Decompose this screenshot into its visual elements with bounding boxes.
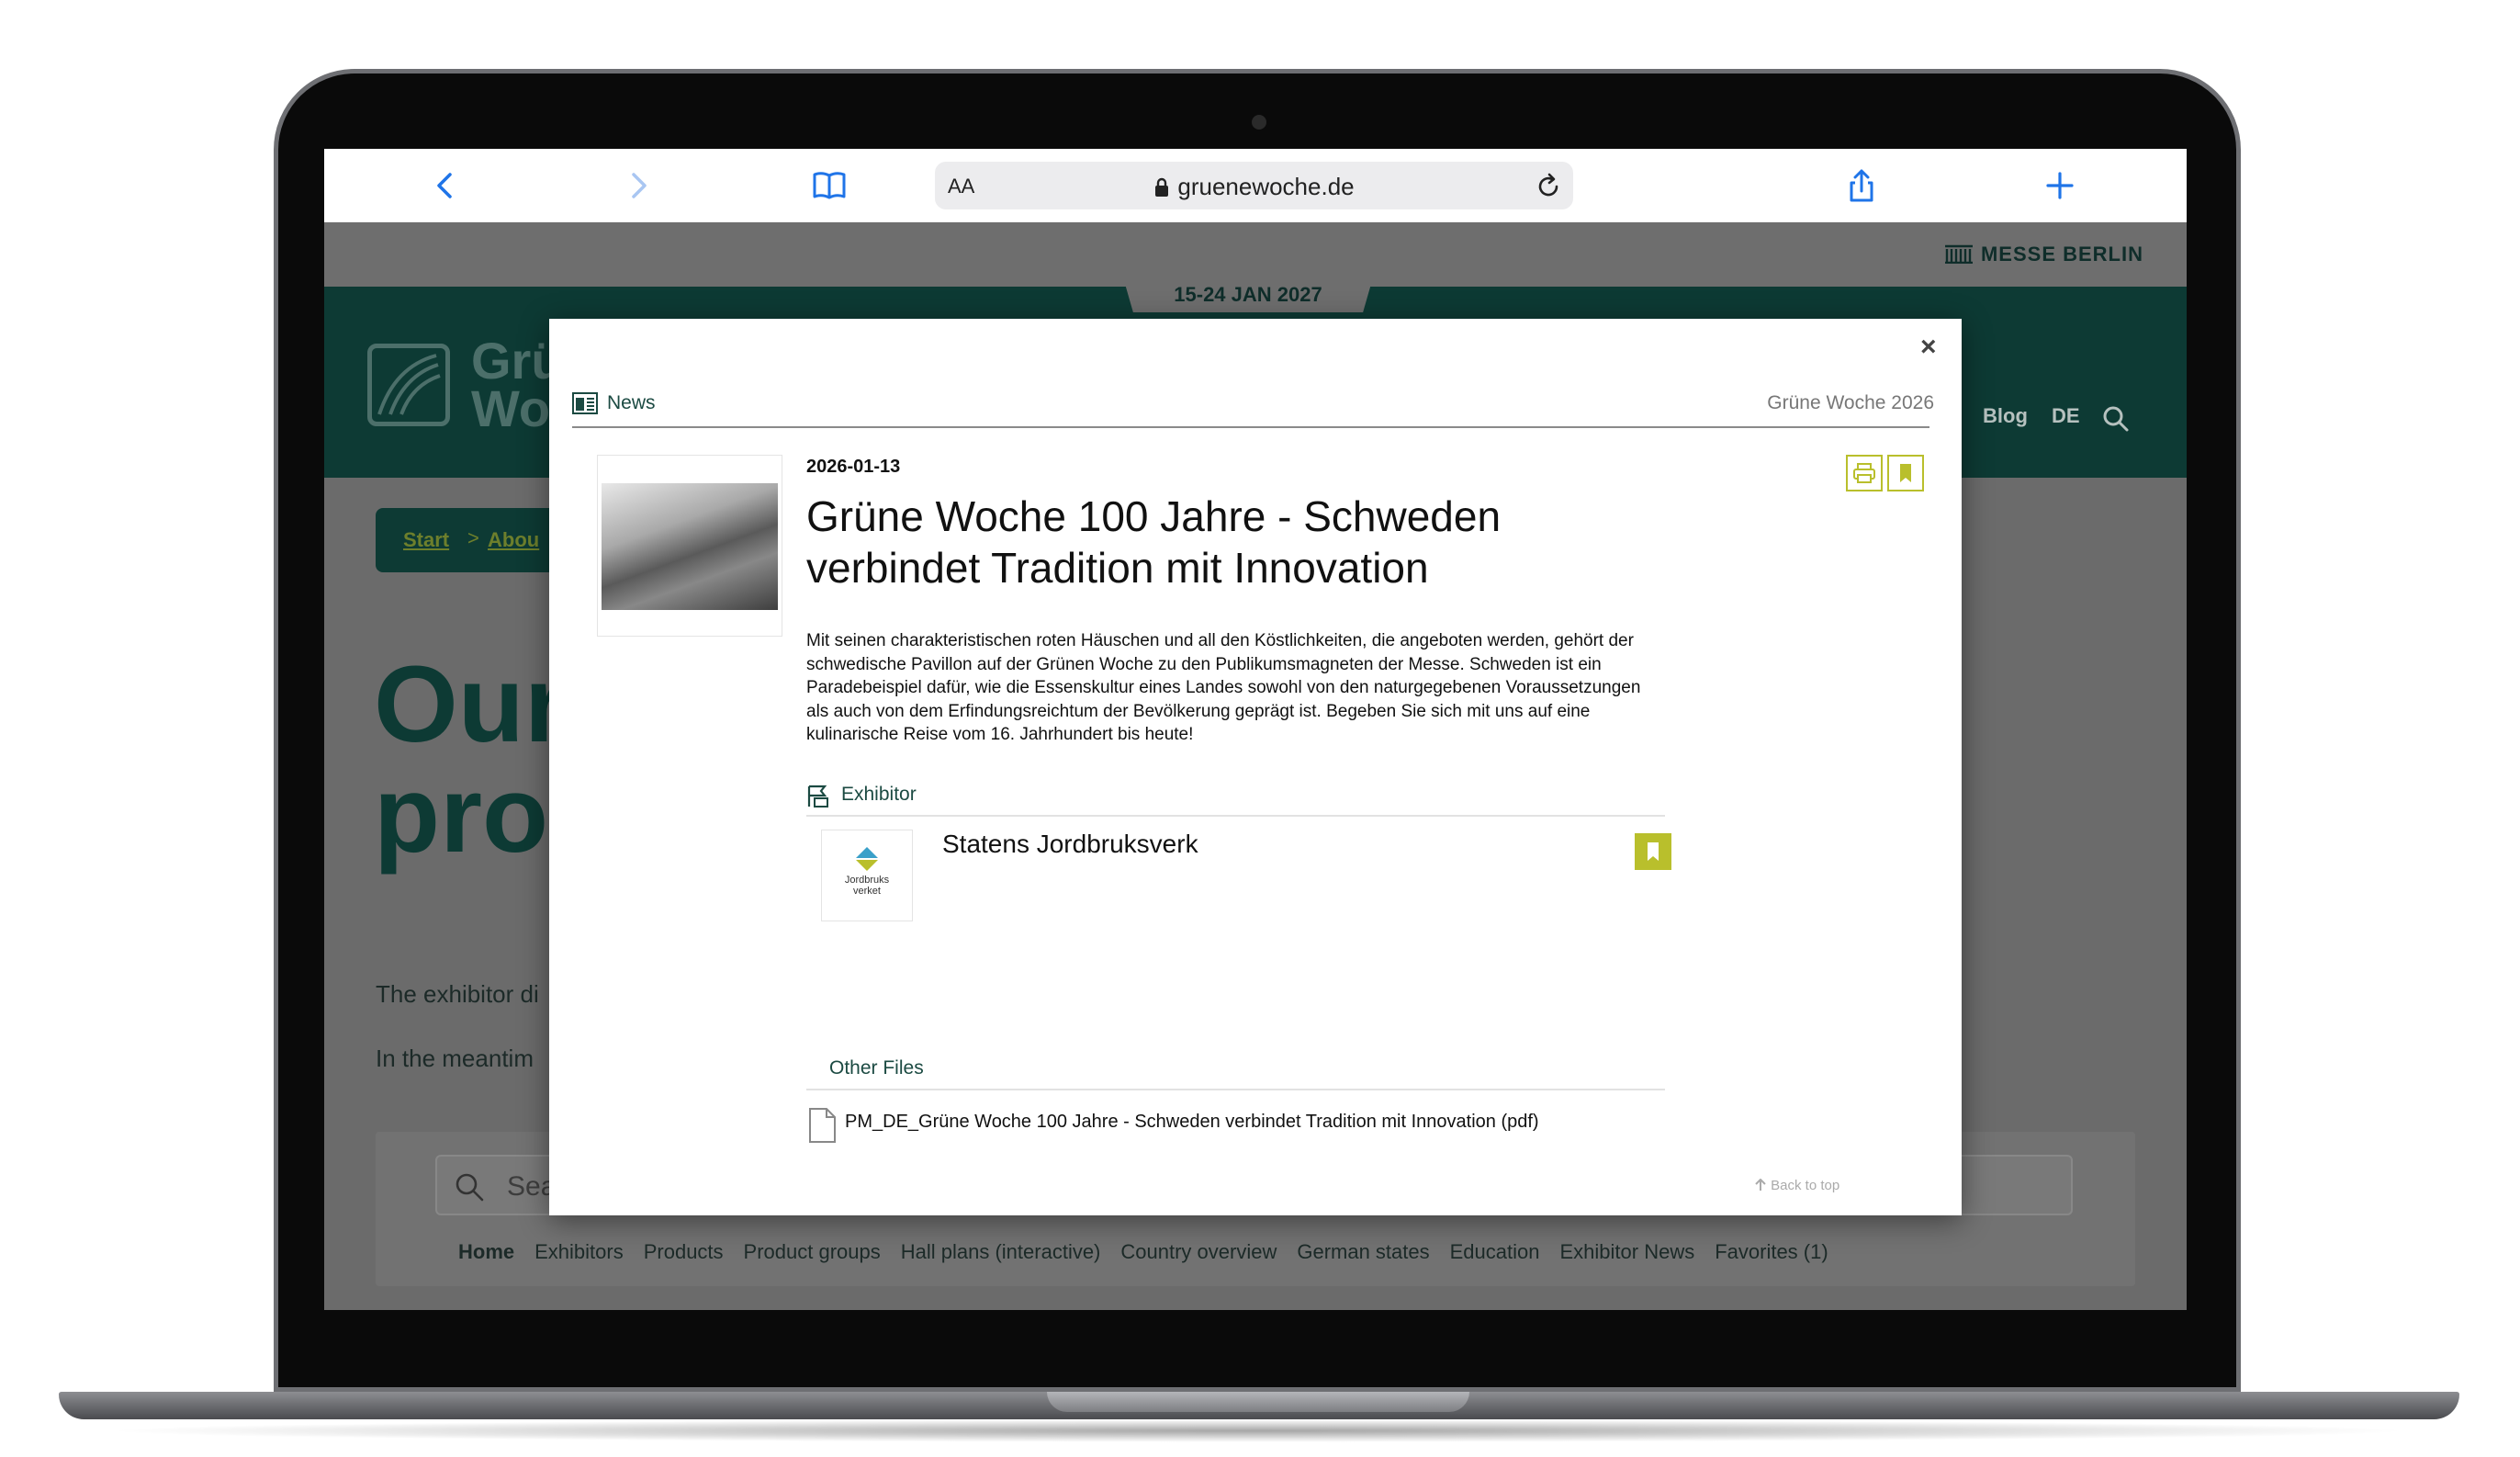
site-topbar: MESSE BERLIN [324, 222, 2187, 287]
screen: AA gruenewoche.de MESSE BERLIN 15-24 JAN… [324, 149, 2187, 1310]
laptop-shadow [101, 1419, 2415, 1442]
tab-german-states[interactable]: German states [1297, 1240, 1429, 1263]
camera [1252, 115, 1266, 130]
news-icon [572, 392, 598, 414]
exhibitor-divider [806, 815, 1665, 817]
tab-products[interactable]: Products [644, 1240, 724, 1263]
tab-hall-plans[interactable]: Hall plans (interactive) [901, 1240, 1101, 1263]
files-divider [806, 1089, 1665, 1090]
forward-icon[interactable] [618, 165, 658, 206]
url-text: gruenewoche.de [1177, 173, 1355, 200]
tab-education[interactable]: Education [1450, 1240, 1540, 1263]
search-icon[interactable] [2101, 404, 2131, 434]
exhibitor-favorite-button[interactable] [1635, 833, 1671, 870]
page-title: Our pro [374, 644, 567, 875]
file-link[interactable]: PM_DE_Grüne Woche 100 Jahre - Schweden v… [845, 1112, 1539, 1133]
news-title: Grüne Woche 100 Jahre - Schweden verbind… [806, 492, 1502, 592]
event-label: Grüne Woche 2026 [1767, 392, 1934, 413]
exhibitor-label: Exhibitor [841, 784, 917, 805]
file-icon [809, 1108, 836, 1143]
language-switch[interactable]: DE [2052, 404, 2080, 428]
close-icon[interactable]: × [1920, 332, 1937, 363]
share-icon[interactable] [1841, 165, 1882, 206]
other-files-label: Other Files [829, 1057, 924, 1079]
site-tabs: Home Exhibitors Products Product groups Hall… [458, 1240, 1849, 1264]
search-input-icon [456, 1173, 484, 1202]
event-date-tab: 15-24 JAN 2027 [1123, 277, 1373, 312]
section-label: News [607, 392, 656, 413]
tab-favorites[interactable]: Favorites (1) [1715, 1240, 1828, 1263]
intro-text-2: In the meantim [376, 1045, 534, 1072]
gruene-woche-logo-icon[interactable] [367, 344, 450, 426]
back-to-top-label: Back to top [1771, 1178, 1840, 1193]
nav-blog[interactable]: Blog [1983, 404, 2028, 428]
exhibitor-name[interactable]: Statens Jordbruksverk [942, 830, 1198, 859]
breadcrumb-start[interactable]: Start [403, 528, 449, 552]
tab-product-groups[interactable]: Product groups [744, 1240, 881, 1263]
news-image [597, 455, 782, 637]
messe-berlin-text: MESSE BERLIN [1980, 243, 2143, 265]
news-date: 2026-01-13 [806, 457, 901, 477]
exhibitor-logo-text: Jordbruks verket [844, 875, 890, 897]
new-tab-icon[interactable] [2040, 165, 2080, 206]
url-display: gruenewoche.de [935, 173, 1573, 201]
event-dates: 15-24 JAN 2027 [1174, 283, 1322, 306]
bookmark-button[interactable] [1887, 455, 1924, 491]
breadcrumb-separator: > [467, 526, 479, 549]
messe-berlin-icon [1944, 244, 1973, 265]
messe-berlin-logo[interactable]: MESSE BERLIN [1944, 243, 2143, 266]
browser-toolbar: AA gruenewoche.de [324, 149, 2187, 223]
tab-exhibitors[interactable]: Exhibitors [534, 1240, 624, 1263]
bookmark-icon [1648, 842, 1659, 861]
news-modal: × News Grüne Woche 2026 2026-01-13 Grüne… [549, 319, 1962, 1215]
bookmarks-icon[interactable] [809, 165, 849, 206]
print-button[interactable] [1846, 455, 1883, 491]
tab-home[interactable]: Home [458, 1240, 514, 1263]
breadcrumb: Start > Abou [376, 508, 559, 572]
lock-icon [1155, 177, 1169, 197]
laptop-notch [1047, 1392, 1469, 1412]
bookmark-icon [1900, 464, 1911, 482]
news-photo [602, 483, 778, 610]
back-icon[interactable] [425, 165, 466, 206]
print-icon [1853, 463, 1875, 483]
intro-text: The exhibitor di [376, 980, 539, 1008]
breadcrumb-about[interactable]: Abou [488, 528, 539, 552]
header-divider [572, 426, 1929, 428]
back-to-top-link[interactable]: Back to top [1754, 1178, 1839, 1193]
arrow-up-icon [1755, 1178, 1766, 1191]
exhibitor-icon [807, 785, 828, 808]
address-bar[interactable]: AA gruenewoche.de [935, 162, 1573, 209]
reload-icon[interactable] [1533, 171, 1564, 202]
tab-exhibitor-news[interactable]: Exhibitor News [1559, 1240, 1694, 1263]
exhibitor-logo[interactable]: Jordbruks verket [821, 830, 913, 921]
news-body: Mit seinen charakteristischen roten Häus… [806, 631, 1641, 744]
tab-country-overview[interactable]: Country overview [1120, 1240, 1277, 1263]
